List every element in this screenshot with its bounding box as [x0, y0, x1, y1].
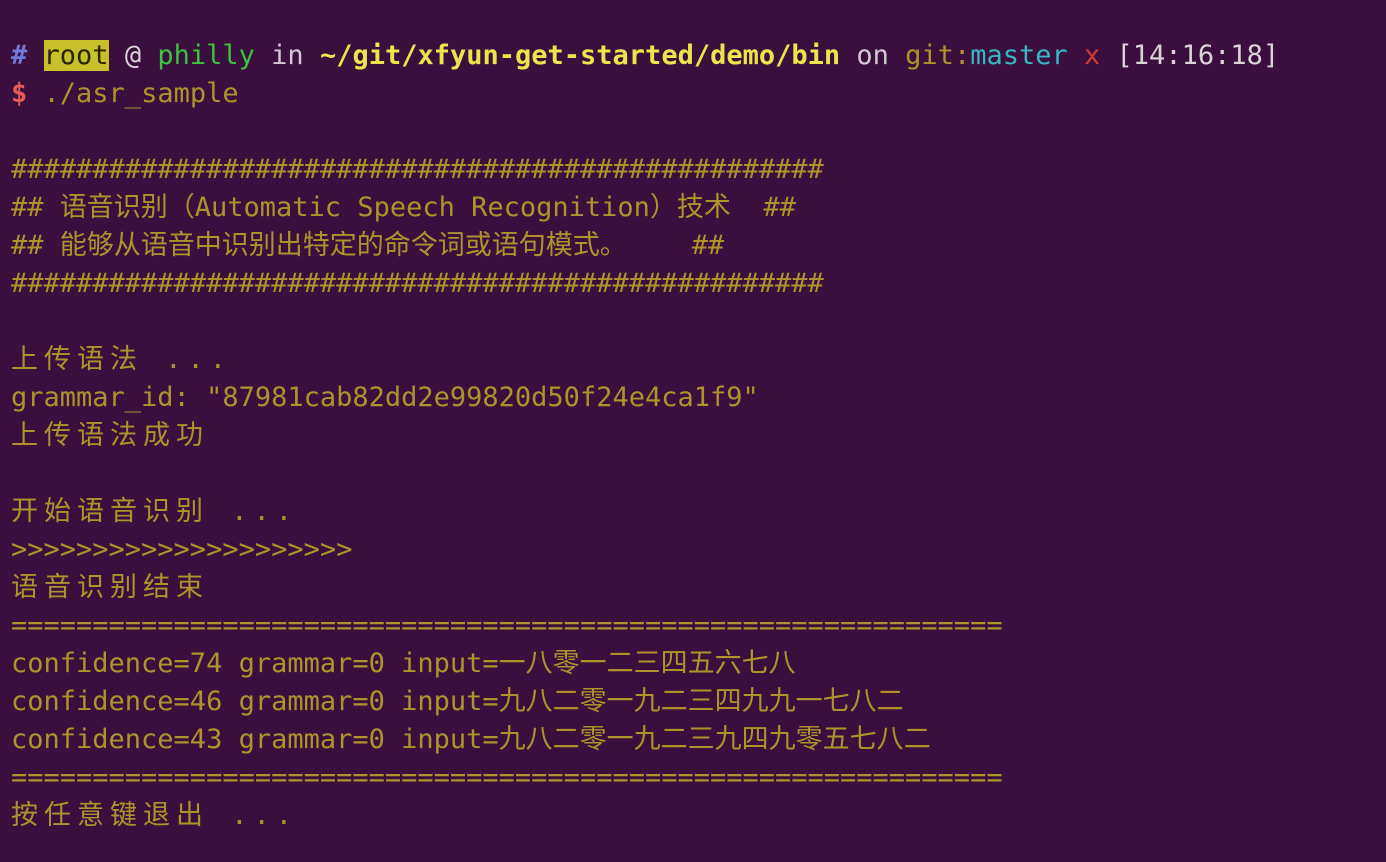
command-line: $ ./asr_sample [11, 75, 1386, 113]
banner-top: ########################################… [11, 154, 824, 185]
grammar-id-line: grammar_id: "87981cab82dd2e99820d50f24e4… [11, 382, 759, 413]
prompt-time: [14:16:18] [1116, 40, 1280, 71]
recognition-end-message: 语音识别结束 [11, 572, 209, 603]
progress-arrows: >>>>>>>>>>>>>>>>>>>>> [11, 534, 353, 565]
prompt-git-label: git: [905, 40, 971, 71]
upload-start-message: 上传语法 ... [11, 344, 233, 375]
result-row: confidence=74 grammar=0 input=一八零一二三四五六七… [11, 648, 796, 679]
result-row: confidence=43 grammar=0 input=九八二零一九二三九四… [11, 724, 931, 755]
banner-line-2: ## 能够从语音中识别出特定的命令词或语句模式。 ## [11, 230, 725, 261]
prompt-at: @ [124, 40, 142, 71]
exit-prompt-message: 按任意键退出 ... [11, 800, 299, 831]
recognition-start-message: 开始语音识别 ... [11, 496, 299, 527]
command-text: ./asr_sample [43, 78, 239, 109]
dollar-prompt-symbol: $ [11, 78, 28, 109]
prompt-path: ~/git/xfyun-get-started/demo/bin [319, 40, 841, 71]
banner-bottom: ########################################… [11, 268, 824, 299]
prompt-dirty-marker: x [1084, 40, 1101, 71]
upload-success-message: 上传语法成功 [11, 420, 209, 451]
banner-line-1: ## 语音识别（Automatic Speech Recognition）技术 … [11, 192, 796, 223]
result-row: confidence=46 grammar=0 input=九八二零一九二三四九… [11, 686, 904, 717]
divider-bottom: ========================================… [11, 762, 1003, 793]
prompt-on: on [856, 40, 889, 71]
prompt-branch: master [970, 40, 1068, 71]
prompt-hash: # [11, 40, 28, 71]
prompt-in: in [271, 40, 304, 71]
prompt-user: root [43, 40, 109, 71]
prompt-host: philly [157, 40, 255, 71]
shell-prompt-line: # root @ philly in ~/git/xfyun-get-start… [11, 37, 1386, 75]
terminal-window[interactable]: # root @ philly in ~/git/xfyun-get-start… [0, 0, 1386, 862]
divider-top: ========================================… [11, 610, 1003, 641]
